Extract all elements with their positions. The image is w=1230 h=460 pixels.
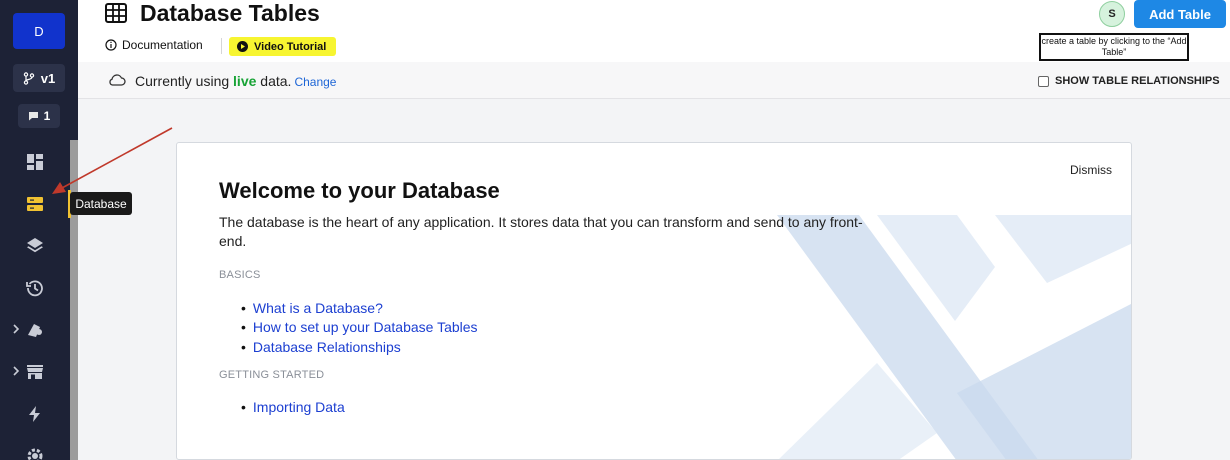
comments-button[interactable]: 1 bbox=[18, 104, 60, 128]
sidebar-item-plugins[interactable] bbox=[0, 312, 70, 348]
cloud-icon bbox=[109, 74, 126, 86]
welcome-description: The database is the heart of any applica… bbox=[219, 214, 863, 249]
table-icon bbox=[105, 3, 127, 23]
workspace-button[interactable]: D bbox=[13, 13, 65, 49]
branch-label: v1 bbox=[40, 70, 56, 86]
store-icon bbox=[27, 365, 43, 379]
sidebar-item-settings[interactable] bbox=[0, 438, 70, 460]
welcome-card: Dismiss Welcome to your Database The dat… bbox=[176, 142, 1132, 460]
settings-icon bbox=[27, 448, 43, 460]
database-icon bbox=[27, 197, 43, 211]
show-relationships-label: SHOW TABLE RELATIONSHIPS bbox=[1055, 75, 1220, 87]
plugin-icon bbox=[28, 324, 42, 337]
branch-icon bbox=[23, 71, 34, 85]
info-icon bbox=[105, 39, 117, 51]
dismiss-button[interactable]: Dismiss bbox=[1070, 163, 1112, 177]
status-suffix: data. bbox=[260, 73, 292, 89]
documentation-link[interactable]: Documentation bbox=[105, 38, 203, 52]
welcome-title: Welcome to your Database bbox=[219, 178, 500, 203]
header-divider bbox=[221, 38, 222, 54]
video-tutorial-button[interactable]: Video Tutorial bbox=[229, 37, 337, 56]
sidebar-item-dashboard[interactable] bbox=[0, 144, 70, 180]
show-relationships-checkbox[interactable] bbox=[1038, 75, 1049, 87]
avatar[interactable]: S bbox=[1099, 1, 1125, 27]
link-relationships[interactable]: Database Relationships bbox=[241, 337, 478, 357]
video-tutorial-label: Video Tutorial bbox=[254, 40, 327, 53]
basics-heading: BASICS bbox=[219, 269, 261, 281]
sidebar-item-database[interactable] bbox=[0, 186, 71, 222]
annotation-hint: create a table by clicking to the “Add T… bbox=[1039, 33, 1189, 61]
workspace-initial: D bbox=[34, 23, 44, 39]
change-data-source-link[interactable]: Change bbox=[294, 75, 336, 89]
page-header: Database Tables Documentation Video Tuto… bbox=[78, 0, 1230, 62]
show-relationships-toggle[interactable]: SHOW TABLE RELATIONSHIPS bbox=[1038, 75, 1220, 87]
getting-started-heading: GETTING STARTED bbox=[219, 369, 325, 381]
database-tooltip: Database bbox=[70, 192, 132, 215]
sidebar-item-layers[interactable] bbox=[0, 228, 70, 264]
data-mode: live bbox=[233, 73, 257, 89]
getting-started-links: Importing Data bbox=[241, 397, 345, 417]
add-table-button[interactable]: Add Table bbox=[1134, 0, 1226, 28]
add-table-label: Add Table bbox=[1149, 6, 1211, 22]
sidebar-scrollbar[interactable] bbox=[70, 140, 78, 460]
branch-button[interactable]: v1 bbox=[13, 64, 65, 92]
layers-icon bbox=[27, 238, 43, 253]
documentation-label: Documentation bbox=[122, 38, 203, 52]
tooltip-label: Database bbox=[75, 196, 127, 211]
basics-links: What is a Database? How to set up your D… bbox=[241, 298, 478, 357]
play-icon bbox=[237, 41, 248, 52]
data-source-bar: Currently using live data. Change SHOW TA… bbox=[78, 62, 1230, 99]
comment-icon bbox=[28, 112, 38, 121]
sidebar-item-history[interactable] bbox=[0, 270, 70, 306]
comment-count: 1 bbox=[43, 109, 51, 123]
page-title: Database Tables bbox=[140, 0, 320, 26]
link-what-is-database[interactable]: What is a Database? bbox=[241, 298, 478, 318]
sidebar-item-functions[interactable] bbox=[0, 396, 70, 432]
hint-text: create a table by clicking to the “Add T… bbox=[1041, 36, 1187, 57]
history-icon bbox=[26, 280, 43, 297]
link-importing-data[interactable]: Importing Data bbox=[241, 397, 345, 417]
status-prefix: Currently using bbox=[135, 73, 230, 89]
link-setup-tables[interactable]: How to set up your Database Tables bbox=[241, 318, 478, 338]
lightning-icon bbox=[29, 406, 40, 422]
sidebar-item-store[interactable] bbox=[0, 354, 70, 390]
dashboard-icon bbox=[27, 154, 43, 170]
chevron-right-icon bbox=[13, 324, 20, 334]
avatar-initial: S bbox=[1108, 8, 1116, 20]
sidebar: D v1 1 bbox=[0, 0, 78, 460]
chevron-right-icon bbox=[13, 366, 20, 376]
data-source-text: Currently using live data. Change bbox=[135, 73, 336, 89]
